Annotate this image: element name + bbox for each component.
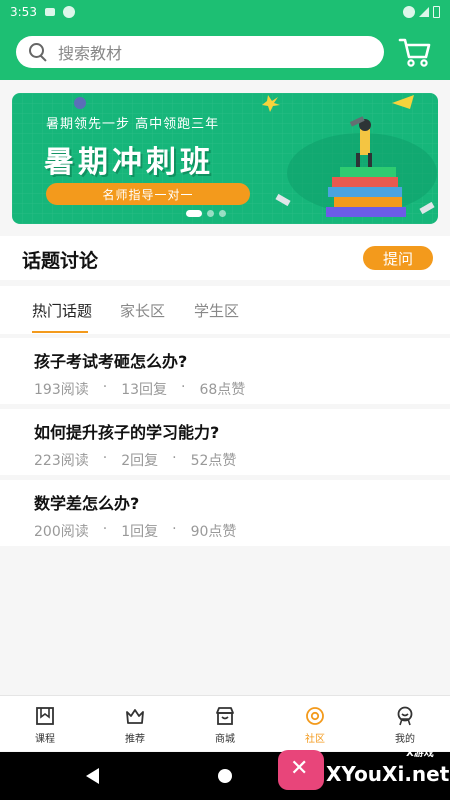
topic-tabs: 热门话题 家长区 学生区 xyxy=(0,286,450,334)
meta-separator: · xyxy=(102,450,108,466)
bottom-nav: 课程 推荐 商城 社区 我的 xyxy=(0,695,450,751)
nav-label: 我的 xyxy=(395,734,415,745)
nav-label: 社区 xyxy=(305,734,325,745)
wifi-icon xyxy=(403,6,415,18)
tab-students[interactable]: 学生区 xyxy=(194,300,239,321)
cart-icon xyxy=(398,38,431,67)
read-count: 223阅读 xyxy=(34,453,89,469)
post-item[interactable]: 孩子考试考砸怎么办? 193阅读 · 13回复 · 68点赞 xyxy=(0,338,450,404)
watermark-small-text: X游戏 xyxy=(406,748,434,759)
header: 搜索教材 xyxy=(0,24,450,80)
banner-dot-active[interactable] xyxy=(186,210,202,217)
post-title: 如何提升孩子的学习能力? xyxy=(34,423,220,442)
home-icon[interactable] xyxy=(218,769,232,783)
back-icon[interactable] xyxy=(86,768,99,784)
community-icon xyxy=(306,707,324,725)
like-count: 68点赞 xyxy=(199,382,246,398)
watermark-text: XYouXi.net xyxy=(326,762,450,786)
banner-pagination xyxy=(186,210,226,217)
post-item[interactable]: 如何提升孩子的学习能力? 223阅读 · 2回复 · 52点赞 xyxy=(0,409,450,475)
cart-button[interactable] xyxy=(398,36,432,70)
nav-item-course[interactable]: 课程 xyxy=(0,696,90,752)
post-meta: 193阅读 · 13回复 · 68点赞 xyxy=(34,379,245,399)
app-notification-icon xyxy=(62,6,75,18)
status-bar: 3:53 xyxy=(0,0,450,24)
section-title: 话题讨论 xyxy=(22,250,99,272)
nav-label: 商城 xyxy=(215,734,235,745)
reply-count: 2回复 xyxy=(121,453,159,469)
banner-dot[interactable] xyxy=(219,210,226,217)
search-placeholder: 搜索教材 xyxy=(58,44,123,63)
post-title: 孩子考试考砸怎么办? xyxy=(34,352,188,371)
nav-item-store[interactable]: 商城 xyxy=(180,696,270,752)
reply-count: 1回复 xyxy=(121,524,159,540)
search-icon xyxy=(28,42,48,62)
ask-button[interactable]: 提问 xyxy=(363,246,433,270)
banner-title: 暑期冲刺班 xyxy=(44,145,214,180)
meta-separator: · xyxy=(172,450,177,466)
status-time: 3:53 xyxy=(10,5,37,19)
post-item[interactable]: 数学差怎么办? 200阅读 · 1回复 · 90点赞 xyxy=(0,480,450,546)
post-meta: 223阅读 · 2回复 · 52点赞 xyxy=(34,450,236,470)
topics-header: 话题讨论 提问 xyxy=(0,236,450,280)
active-tab-indicator xyxy=(32,331,88,333)
banner-subtitle: 暑期领先一步 高中领跑三年 xyxy=(46,117,220,132)
books-illustration xyxy=(275,95,437,217)
meta-separator: · xyxy=(102,521,108,537)
nav-item-recommend[interactable]: 推荐 xyxy=(90,696,180,752)
watermark-logo-icon xyxy=(278,750,324,790)
nav-label: 课程 xyxy=(35,734,55,745)
promo-banner[interactable]: 暑期领先一步 高中领跑三年 暑期冲刺班 名师指导一对一 xyxy=(12,93,438,224)
banner-dot[interactable] xyxy=(207,210,214,217)
watermark: X游戏 XYouXi.net xyxy=(278,744,450,796)
meta-separator: · xyxy=(102,379,108,395)
read-count: 193阅读 xyxy=(34,382,89,398)
crown-icon xyxy=(126,709,144,724)
banner-tag: 名师指导一对一 xyxy=(46,183,250,205)
like-count: 52点赞 xyxy=(190,453,237,469)
post-title: 数学差怎么办? xyxy=(34,494,140,513)
tab-parents[interactable]: 家长区 xyxy=(120,300,165,321)
battery-icon xyxy=(433,6,440,18)
notification-icon xyxy=(44,8,55,16)
nav-label: 推荐 xyxy=(125,734,145,745)
profile-icon xyxy=(397,706,413,726)
tab-hot-topics[interactable]: 热门话题 xyxy=(32,300,92,321)
read-count: 200阅读 xyxy=(34,524,89,540)
post-meta: 200阅读 · 1回复 · 90点赞 xyxy=(34,521,236,541)
meta-separator: · xyxy=(181,379,186,395)
signal-icon xyxy=(419,7,429,17)
like-count: 90点赞 xyxy=(190,524,237,540)
meta-separator: · xyxy=(172,521,177,537)
reply-count: 13回复 xyxy=(121,382,168,398)
course-icon xyxy=(36,707,54,725)
store-icon xyxy=(216,707,234,725)
search-input[interactable]: 搜索教材 xyxy=(16,36,384,68)
